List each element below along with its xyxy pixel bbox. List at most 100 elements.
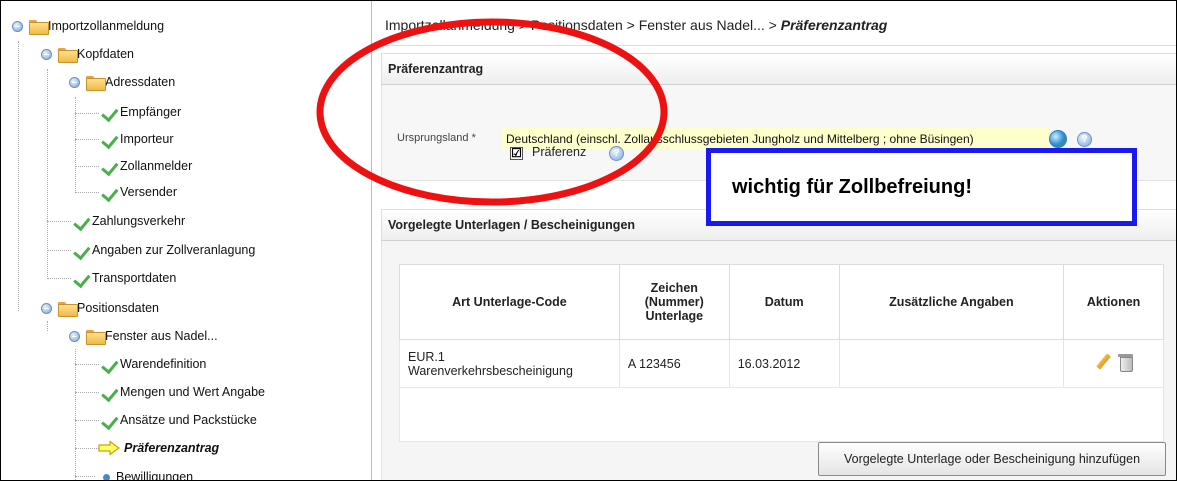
origin-country-label: Ursprungsland * <box>397 132 476 144</box>
tree-connector <box>18 41 19 311</box>
table-header-row: Art Unterlage-Code Zeichen (Nummer) Unte… <box>399 264 1164 340</box>
folder-icon <box>29 19 49 35</box>
tree-connector <box>75 448 99 449</box>
tree-item-mengen-und-wert[interactable]: Mengen und Wert Angabe <box>99 379 265 405</box>
table-row: EUR.1 Warenverkehrsbescheinigung A 12345… <box>399 339 1164 388</box>
preference-label: Präferenz <box>532 145 587 159</box>
tree-item-bewilligungen[interactable]: Bewilligungen <box>99 464 194 481</box>
tree-item-label: Transportdaten <box>92 271 177 285</box>
collapse-icon[interactable] <box>69 76 80 88</box>
tree-item-warendefinition[interactable]: Warendefinition <box>99 351 206 377</box>
cell-code: EUR.1 Warenverkehrsbescheinigung <box>399 339 620 388</box>
tree-connector <box>47 278 71 279</box>
column-header-code: Art Unterlage-Code <box>399 264 620 340</box>
bullet-icon <box>103 473 110 480</box>
cell-number: A 123456 <box>618 339 730 388</box>
tree-item-empfaenger[interactable]: Empfänger <box>99 99 181 125</box>
tree-item-positionsdaten[interactable]: Positionsdaten <box>41 295 159 321</box>
tree-item-importzollanmeldung[interactable]: Importzollanmeldung <box>12 13 164 39</box>
tree-item-label: Bewilligungen <box>116 470 194 481</box>
tree-connector <box>75 476 95 477</box>
tree-item-praeferenzantrag[interactable]: Präferenzantrag <box>98 435 219 461</box>
tree-connector <box>75 97 76 193</box>
tree-item-zahlungsverkehr[interactable]: Zahlungsverkehr <box>71 208 185 234</box>
annotation-notice-box: wichtig für Zollbefreiung! <box>706 148 1137 226</box>
column-header-number-line: (Nummer) <box>644 295 704 309</box>
tree-item-label: Präferenzantrag <box>124 441 220 455</box>
tree-item-transportdaten[interactable]: Transportdaten <box>71 265 176 291</box>
collapse-icon[interactable] <box>41 302 52 314</box>
tree-item-label: Warendefinition <box>120 357 207 371</box>
folder-icon <box>86 329 106 345</box>
breadcrumb-path[interactable]: Importzollanmeldung > Positionsdaten > F… <box>385 17 781 33</box>
tree-item-zollveranlagung[interactable]: Angaben zur Zollveranlagung <box>71 237 255 263</box>
tree-item-label: Mengen und Wert Angabe <box>120 385 266 399</box>
tree-connector <box>47 250 71 251</box>
arrow-right-icon <box>98 441 120 455</box>
edit-pencil-icon[interactable] <box>1094 353 1112 371</box>
checkmark-icon <box>99 385 119 399</box>
tree-item-label: Importeur <box>120 132 174 146</box>
checkmark-icon <box>99 159 119 173</box>
checkmark-icon <box>99 105 119 119</box>
help-icon[interactable]: ? <box>609 146 624 161</box>
tree-item-label: Angaben zur Zollveranlagung <box>92 243 256 257</box>
tree-item-kopfdaten[interactable]: Kopfdaten <box>41 41 134 67</box>
preference-checkbox[interactable]: ☑ <box>510 147 523 160</box>
tree-connector <box>47 321 48 331</box>
collapse-icon[interactable] <box>69 330 80 342</box>
navigation-tree: Importzollanmeldung Kopfdaten Adressdate… <box>1 1 372 481</box>
tree-connector <box>75 192 99 193</box>
tree-item-fenster-aus-nadel[interactable]: Fenster aus Nadel... <box>69 323 218 349</box>
checkmark-icon <box>99 132 119 146</box>
column-header-additional: Zusätzliche Angaben <box>838 264 1065 340</box>
documents-panel-title: Vorgelegte Unterlagen / Bescheinigungen <box>388 218 636 232</box>
tree-connector <box>47 69 48 279</box>
folder-icon <box>86 75 106 91</box>
checkmark-icon <box>71 271 91 285</box>
tree-item-importeur[interactable]: Importeur <box>99 126 174 152</box>
tree-item-label: Importzollanmeldung <box>48 19 165 33</box>
documents-table: Art Unterlage-Code Zeichen (Nummer) Unte… <box>399 264 1164 388</box>
add-document-button[interactable]: Vorgelegte Unterlage oder Bescheinigung … <box>818 442 1166 476</box>
cell-additional <box>838 339 1065 388</box>
tree-connector <box>47 221 71 222</box>
help-icon[interactable]: ? <box>1077 132 1092 147</box>
folder-icon <box>58 301 78 317</box>
tree-connector <box>75 392 99 393</box>
tree-item-label: Zahlungsverkehr <box>92 214 186 228</box>
tree-connector <box>75 364 99 365</box>
tree-item-label: Fenster aus Nadel... <box>105 329 218 343</box>
column-header-number-line: Unterlage <box>645 309 704 323</box>
tree-item-label: Ansätze und Packstücke <box>120 413 257 427</box>
checkmark-icon <box>71 243 91 257</box>
column-header-date: Datum <box>728 264 840 340</box>
tree-item-label: Positionsdaten <box>77 301 160 315</box>
collapse-icon[interactable] <box>12 20 23 32</box>
folder-icon <box>58 47 78 63</box>
tree-item-label: Kopfdaten <box>77 47 134 61</box>
preference-panel-header: Präferenzantrag <box>381 53 1176 85</box>
checkmark-icon <box>99 413 119 427</box>
delete-trash-icon[interactable] <box>1117 353 1134 372</box>
tree-item-label: Versender <box>120 185 177 199</box>
checkmark-icon <box>99 357 119 371</box>
cell-date: 16.03.2012 <box>728 339 840 388</box>
cell-code-line: EUR.1 <box>408 349 445 364</box>
column-header-actions: Aktionen <box>1063 264 1164 340</box>
cell-actions <box>1063 339 1164 388</box>
annotation-notice-text: wichtig für Zollbefreiung! <box>732 175 972 198</box>
checkmark-icon <box>71 214 91 228</box>
divider <box>373 45 1176 46</box>
column-header-number: Zeichen (Nummer) Unterlage <box>618 264 730 340</box>
breadcrumb-current: Präferenzantrag <box>780 17 888 33</box>
tree-item-versender[interactable]: Versender <box>99 179 177 205</box>
tree-item-adressdaten[interactable]: Adressdaten <box>69 69 175 95</box>
tree-item-zollanmelder[interactable]: Zollanmelder <box>99 153 192 179</box>
tree-item-ansaetze-und-packstuecke[interactable]: Ansätze und Packstücke <box>99 407 257 433</box>
cell-code-line: Warenverkehrsbescheinigung <box>408 363 573 378</box>
globe-icon[interactable] <box>1049 130 1067 148</box>
collapse-icon[interactable] <box>41 48 52 60</box>
tree-item-label: Adressdaten <box>105 75 176 89</box>
tree-connector <box>75 349 76 480</box>
